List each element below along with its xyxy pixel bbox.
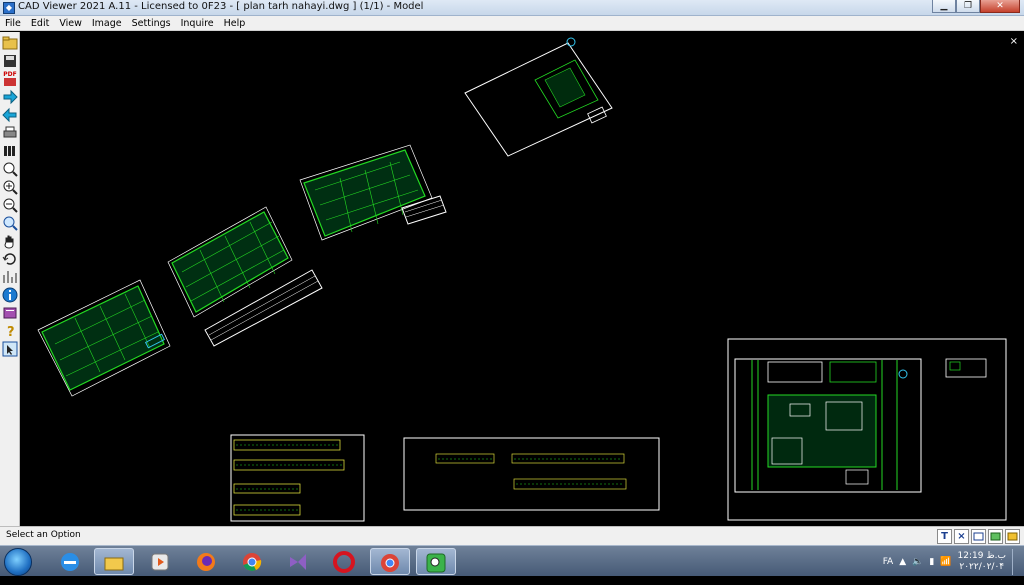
open-folder-icon[interactable]: [2, 35, 18, 51]
site-plan-sheet: [727, 338, 1007, 521]
close-button[interactable]: ✕: [980, 0, 1020, 13]
menu-file[interactable]: File: [0, 16, 26, 30]
close-document-icon[interactable]: ×: [1010, 36, 1018, 47]
volume-icon[interactable]: 🔈: [912, 557, 923, 567]
arrow-right-icon[interactable]: [2, 89, 18, 105]
help-icon[interactable]: ?: [2, 323, 18, 340]
pdf-label: PDF: [3, 71, 17, 78]
network-icon[interactable]: ▮: [929, 557, 934, 567]
pdf-export-icon[interactable]: PDF: [2, 71, 18, 87]
chrome-icon[interactable]: [232, 548, 272, 575]
media-player-icon[interactable]: [140, 548, 180, 575]
visual-studio-icon[interactable]: [278, 548, 318, 575]
text-tool-button[interactable]: T: [937, 529, 952, 544]
menu-help[interactable]: Help: [219, 16, 251, 30]
zoom-extents-icon[interactable]: [2, 215, 18, 231]
image-tool-icon[interactable]: [988, 529, 1003, 544]
minimize-button[interactable]: ▁: [932, 0, 956, 13]
plan-sheet-2: [37, 279, 171, 397]
book-icon[interactable]: [2, 305, 18, 321]
info-icon[interactable]: [2, 287, 18, 303]
windows-taskbar: FA ▲ 🔈 ▮ 📶 12:19 ب.ظ ۲۰۲۲/۰۲/۰۴: [0, 545, 1024, 576]
plan-sheet-3: [167, 206, 323, 347]
cad-viewer-task-icon[interactable]: [416, 548, 456, 575]
save-disk-icon[interactable]: [2, 53, 18, 69]
language-indicator[interactable]: FA: [883, 557, 894, 567]
menu-inquire[interactable]: Inquire: [176, 16, 219, 30]
undo-icon[interactable]: [2, 251, 18, 267]
menu-bar: File Edit View Image Settings Inquire He…: [0, 16, 1024, 31]
clock[interactable]: 12:19 ب.ظ ۲۰۲۲/۰۲/۰۴: [958, 551, 1006, 573]
zoom-icon[interactable]: [2, 161, 18, 177]
window-controls: ▁ ❐ ✕: [932, 0, 1020, 14]
svg-text:?: ?: [7, 325, 15, 339]
menu-settings[interactable]: Settings: [127, 16, 176, 30]
zoom-out-icon[interactable]: [2, 197, 18, 213]
signal-icon[interactable]: 📶: [940, 557, 951, 567]
layers-icon[interactable]: [2, 143, 18, 159]
select-tool-icon[interactable]: [2, 341, 18, 357]
cad-viewer-app-icon[interactable]: ◆: [3, 2, 15, 14]
menu-view[interactable]: View: [54, 16, 87, 30]
internet-explorer-icon[interactable]: [50, 548, 90, 575]
status-buttons: T ×: [937, 529, 1020, 544]
window-title: CAD Viewer 2021 A.11 - Licensed to 0F23 …: [18, 1, 424, 12]
maximize-button[interactable]: ❐: [956, 0, 980, 13]
firefox-icon[interactable]: [186, 548, 226, 575]
plan-sheet-4: [299, 144, 447, 241]
print-icon[interactable]: [2, 125, 18, 141]
dwg-model-view: [37, 37, 1007, 522]
elevation-sheet-1: [230, 434, 365, 522]
show-hidden-icons-icon[interactable]: ▲: [899, 557, 906, 567]
file-explorer-icon[interactable]: [94, 548, 134, 575]
left-toolbar: PDF ?: [0, 32, 20, 526]
clock-time: 12:19 ب.ظ: [957, 550, 1006, 561]
status-text: Select an Option: [6, 530, 81, 540]
clock-date: ۲۰۲۲/۰۲/۰۴: [959, 561, 1005, 572]
system-tray: FA ▲ 🔈 ▮ 📶 12:19 ب.ظ ۲۰۲۲/۰۲/۰۴: [883, 548, 1020, 575]
start-button[interactable]: [4, 548, 32, 576]
arrow-left-icon[interactable]: [2, 107, 18, 123]
drawing-canvas[interactable]: ×: [21, 32, 1024, 526]
cancel-tool-button[interactable]: ×: [954, 529, 969, 544]
zoom-in-icon[interactable]: [2, 179, 18, 195]
title-bar: ◆ CAD Viewer 2021 A.11 - Licensed to 0F2…: [0, 0, 1024, 16]
window-tool-icon[interactable]: [971, 529, 986, 544]
elevation-sheet-2: [403, 437, 660, 511]
show-desktop-button[interactable]: [1012, 548, 1020, 575]
status-bar: Select an Option T ×: [0, 526, 1024, 545]
chrome-profile-icon[interactable]: [370, 548, 410, 575]
menu-image[interactable]: Image: [87, 16, 127, 30]
menu-edit[interactable]: Edit: [26, 16, 54, 30]
measure-icon[interactable]: [2, 269, 18, 285]
cad-viewer-window: ◆ CAD Viewer 2021 A.11 - Licensed to 0F2…: [0, 0, 1024, 576]
drawing-frame-top: [464, 37, 613, 157]
opera-icon[interactable]: [324, 548, 364, 575]
pan-hand-icon[interactable]: [2, 233, 18, 249]
color-tool-icon[interactable]: [1005, 529, 1020, 544]
